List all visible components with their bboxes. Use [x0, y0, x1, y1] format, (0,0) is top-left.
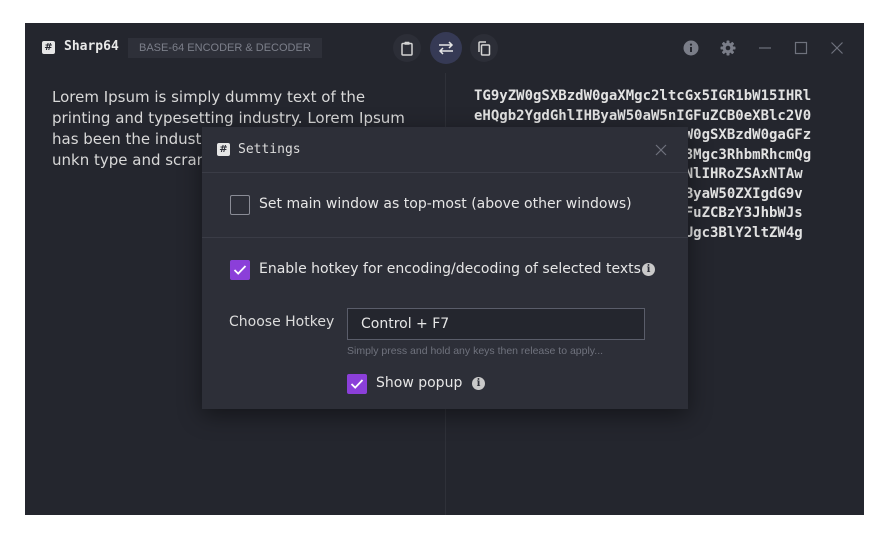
close-icon — [655, 144, 667, 156]
dialog-close-button[interactable] — [653, 142, 669, 158]
minimize-button[interactable] — [755, 38, 775, 58]
swap-button[interactable] — [430, 32, 462, 64]
app-logo-icon: # — [42, 41, 55, 54]
maximize-icon — [794, 41, 808, 55]
settings-button[interactable] — [718, 38, 738, 58]
minimize-icon — [759, 47, 771, 49]
settings-dialog: # Settings Set main window as top-most (… — [202, 127, 688, 409]
topmost-label[interactable]: Set main window as top-most (above other… — [259, 196, 632, 212]
hotkey-label: Choose Hotkey — [229, 314, 335, 330]
about-button[interactable] — [681, 38, 701, 58]
title-bar[interactable]: # Sharp64 BASE-64 ENCODER & DECODER — [25, 23, 864, 73]
hotkey-enable-label[interactable]: Enable hotkey for encoding/decoding of s… — [259, 261, 641, 277]
close-button[interactable] — [827, 38, 847, 58]
dialog-divider — [202, 237, 688, 238]
paste-button[interactable] — [393, 34, 421, 62]
hotkey-info-icon[interactable]: i — [642, 263, 655, 276]
copy-button[interactable] — [470, 34, 498, 62]
show-popup-label[interactable]: Show popup — [376, 375, 462, 391]
app-title: Sharp64 — [64, 39, 119, 54]
info-icon — [683, 40, 699, 56]
close-icon — [831, 42, 843, 54]
hotkey-input[interactable]: Control + F7 — [347, 308, 645, 340]
hotkey-enable-checkbox[interactable] — [230, 260, 250, 280]
hotkey-hint: Simply press and hold any keys then rele… — [347, 345, 604, 357]
dialog-header: # Settings — [202, 127, 688, 173]
check-icon — [350, 379, 364, 389]
topmost-checkbox[interactable] — [230, 195, 250, 215]
copy-icon — [478, 40, 491, 56]
dialog-logo-icon: # — [217, 143, 230, 156]
popup-info-icon[interactable]: i — [472, 377, 485, 390]
maximize-button[interactable] — [791, 38, 811, 58]
app-subtitle: BASE-64 ENCODER & DECODER — [128, 38, 322, 58]
dialog-title: Settings — [238, 142, 301, 157]
gear-icon — [720, 40, 736, 56]
clipboard-icon — [401, 41, 413, 56]
show-popup-checkbox[interactable] — [347, 374, 367, 394]
check-icon — [233, 265, 247, 275]
swap-icon — [438, 41, 454, 55]
